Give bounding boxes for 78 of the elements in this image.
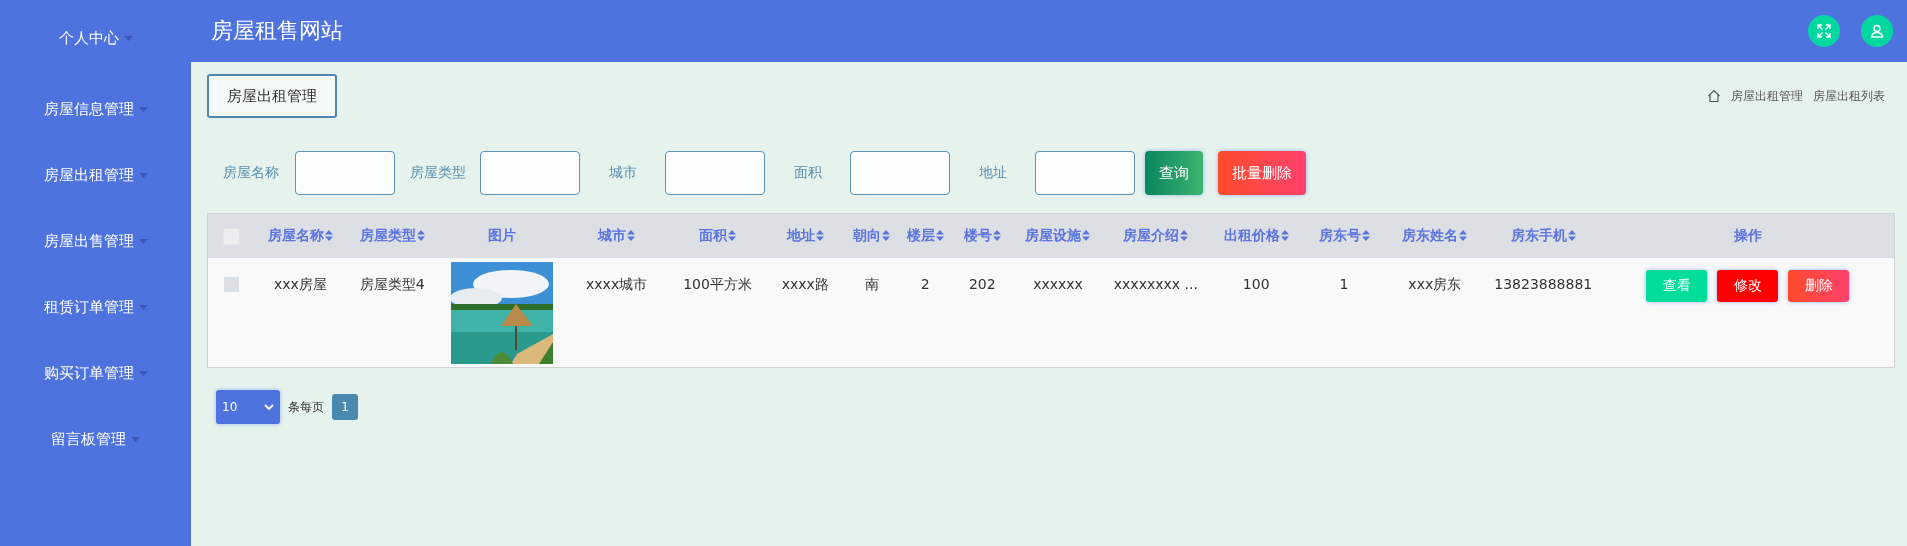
column-header[interactable]: 房屋类型 [359, 226, 425, 245]
sort-icon[interactable] [1280, 230, 1289, 242]
fullscreen-icon[interactable] [1808, 15, 1840, 47]
table-cell: 南 [864, 275, 879, 292]
column-header[interactable]: 楼号 [963, 226, 1001, 245]
sort-icon[interactable] [935, 230, 944, 242]
sidebar-item[interactable]: 租赁订单管理 [43, 274, 148, 340]
table-cell: xxx房东 [1408, 275, 1462, 292]
sort-icon[interactable] [882, 230, 891, 242]
table-cell: 2 [920, 275, 930, 292]
sort-icon[interactable] [627, 230, 636, 242]
column-header[interactable]: 房屋名称 [267, 226, 333, 245]
column-header[interactable]: 房东手机 [1510, 226, 1576, 245]
search-button[interactable]: 查询 [1145, 151, 1203, 195]
sort-icon[interactable] [728, 230, 736, 242]
search-button[interactable]: 批量删除 [1218, 151, 1306, 195]
column-header[interactable]: 房东姓名 [1402, 226, 1468, 245]
column-header[interactable]: 操作 [1733, 226, 1762, 245]
sidebar-item[interactable]: 房屋出售管理 [43, 208, 148, 274]
per-page-label: 条每页 [288, 398, 324, 416]
sort-icon[interactable] [1459, 230, 1468, 242]
field-label: 面积 [792, 164, 823, 182]
table-cell: 房屋类型4 [359, 275, 425, 292]
table-cell: xxxxxx [1033, 275, 1083, 292]
table-cell: 13823888881 [1494, 275, 1593, 292]
breadcrumb-item[interactable]: 房屋出租列表 [1813, 87, 1885, 105]
sidebar-item[interactable]: 购买订单管理 [43, 340, 148, 406]
sort-icon[interactable] [815, 230, 824, 242]
field-label: 城市 [607, 164, 638, 182]
sort-icon[interactable] [324, 230, 333, 242]
table-cell: xxxxxxxx ... [1113, 275, 1198, 292]
sort-icon[interactable] [1180, 230, 1189, 242]
site-title: 房屋租售网站 [211, 17, 343, 45]
sort-icon[interactable] [416, 230, 425, 242]
column-header[interactable]: 图片 [488, 226, 517, 245]
sidebar-item[interactable]: 留言板管理 [51, 406, 140, 472]
column-header[interactable]: 城市 [598, 226, 636, 245]
action-button[interactable]: 删除 [1788, 269, 1850, 302]
search-field[interactable] [665, 151, 765, 195]
field-label: 地址 [977, 164, 1008, 182]
column-header[interactable]: 朝向 [853, 226, 891, 245]
sidebar-item[interactable]: 房屋信息管理 [43, 76, 148, 142]
search-field[interactable] [295, 151, 395, 195]
column-header[interactable]: 出租价格 [1223, 226, 1289, 245]
column-header[interactable]: 地址 [786, 226, 824, 245]
table-cell: xxxx城市 [586, 275, 648, 292]
table-cell: 1 [1339, 275, 1349, 292]
column-header[interactable]: 房屋设施 [1025, 226, 1091, 245]
sort-icon[interactable] [1567, 230, 1576, 242]
column-header[interactable]: 楼层 [906, 226, 944, 245]
table-cell: 100 [1242, 275, 1270, 292]
column-header[interactable]: 面积 [699, 226, 736, 245]
action-button[interactable]: 修改 [1717, 269, 1779, 302]
sort-icon[interactable] [1361, 230, 1370, 242]
page-button[interactable]: 1 [332, 394, 358, 420]
page-size-select[interactable]: 10 [216, 390, 280, 424]
search-field[interactable] [480, 151, 580, 195]
page-tab[interactable]: 房屋出租管理 [207, 74, 337, 118]
search-field[interactable] [850, 151, 950, 195]
sort-icon[interactable] [1082, 230, 1091, 242]
column-header[interactable]: 房东号 [1318, 226, 1370, 245]
table-cell: 202 [968, 275, 996, 292]
home-icon[interactable] [1707, 89, 1721, 103]
sort-icon[interactable] [992, 230, 1001, 242]
breadcrumb-item[interactable]: 房屋出租管理 [1731, 87, 1803, 105]
column-header[interactable]: 房屋介绍 [1123, 226, 1189, 245]
row-checkbox[interactable] [224, 277, 240, 292]
table-cell: xxx房屋 [273, 275, 327, 292]
user-icon[interactable] [1861, 15, 1893, 47]
sidebar-item[interactable]: 房屋出租管理 [43, 142, 148, 208]
field-label: 房屋类型 [408, 164, 467, 182]
action-button[interactable]: 查看 [1646, 269, 1708, 302]
sidebar-item[interactable]: 个人中心 [58, 0, 133, 76]
chevron-icon [264, 404, 274, 410]
table-cell: xxxx路 [781, 275, 829, 292]
field-label: 房屋名称 [222, 164, 280, 182]
table-cell: 100平方米 [683, 275, 752, 292]
search-field[interactable] [1035, 151, 1135, 195]
